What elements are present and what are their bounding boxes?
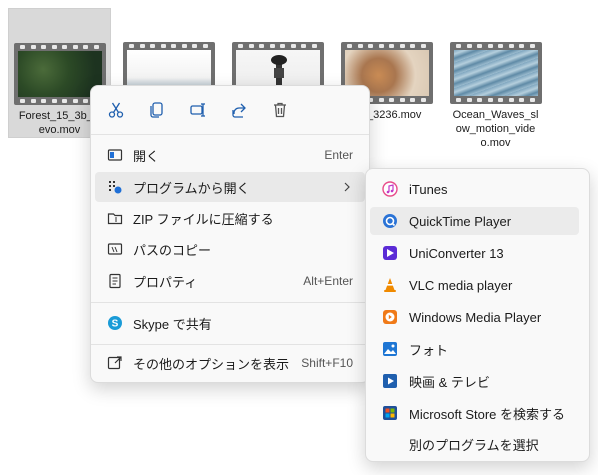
more-options-icon	[107, 355, 123, 371]
file-tile-ocean[interactable]: Ocean_Waves_sl ow_motion_vide o.mov	[444, 8, 547, 149]
copy-icon[interactable]	[140, 93, 173, 127]
menu-separator	[91, 134, 369, 135]
menu-item-label: Skype で共有	[133, 316, 212, 332]
submenu-item-quicktime[interactable]: QuickTime Player	[370, 207, 579, 235]
menu-item-more-options[interactable]: その他のオプションを表示 Shift+F10	[95, 348, 365, 378]
open-with-submenu: iTunes QuickTime Player UniConverter 13	[365, 168, 590, 462]
menu-separator	[91, 302, 369, 303]
open-with-icon	[107, 179, 123, 195]
menu-item-label: 開く	[133, 148, 160, 164]
menu-item-open-with[interactable]: プログラムから開く	[95, 172, 365, 202]
open-icon	[107, 147, 123, 163]
skype-icon: S	[107, 315, 123, 331]
context-menu: 開く Enter プログラムから開く ZIP ファイルに圧縮する パスのコピー …	[90, 85, 370, 383]
itunes-icon	[382, 181, 398, 197]
menu-item-label: プログラムから開く	[133, 180, 250, 196]
submenu-item-movies-tv[interactable]: 映画 & テレビ	[370, 367, 579, 395]
context-menu-toolbar	[99, 93, 361, 127]
menu-item-label: パスのコピー	[133, 242, 212, 258]
submenu-item-label: Microsoft Store を検索する	[409, 406, 566, 422]
submenu-item-wmp[interactable]: Windows Media Player	[370, 303, 579, 331]
submenu-item-label: UniConverter 13	[409, 245, 504, 261]
submenu-item-itunes[interactable]: iTunes	[370, 175, 579, 203]
menu-item-zip[interactable]: ZIP ファイルに圧縮する	[95, 203, 365, 233]
photos-icon	[382, 341, 398, 357]
menu-item-open[interactable]: 開く Enter	[95, 140, 365, 170]
zip-icon	[107, 210, 123, 226]
menu-item-copy-path[interactable]: パスのコピー	[95, 234, 365, 264]
quicktime-icon	[382, 213, 398, 229]
submenu-item-uniconverter[interactable]: UniConverter 13	[370, 239, 579, 267]
menu-item-shortcut: Enter	[324, 148, 353, 162]
menu-item-properties[interactable]: プロパティ Alt+Enter	[95, 266, 365, 296]
submenu-item-label: Windows Media Player	[409, 309, 542, 325]
submenu-item-label: iTunes	[409, 181, 448, 197]
cut-icon[interactable]	[99, 93, 132, 127]
submenu-item-vlc[interactable]: VLC media player	[370, 271, 579, 299]
rename-icon[interactable]	[181, 93, 214, 127]
delete-icon[interactable]	[263, 93, 296, 127]
properties-icon	[107, 273, 123, 289]
menu-separator	[91, 344, 369, 345]
wmp-icon	[382, 309, 398, 325]
submenu-item-label: 映画 & テレビ	[409, 374, 490, 390]
menu-item-label: ZIP ファイルに圧縮する	[133, 211, 274, 227]
menu-item-shortcut: Shift+F10	[301, 356, 353, 370]
menu-item-shortcut: Alt+Enter	[303, 274, 353, 288]
blank-icon	[382, 436, 398, 452]
share-icon[interactable]	[222, 93, 255, 127]
menu-item-label: その他のオプションを表示	[133, 356, 290, 372]
submenu-item-label: 別のプログラムを選択	[409, 437, 539, 453]
chevron-right-icon	[343, 182, 351, 192]
vlc-icon	[382, 277, 398, 293]
copy-path-icon	[107, 241, 123, 257]
submenu-item-label: フォト	[409, 342, 449, 358]
submenu-item-store-search[interactable]: Microsoft Store を検索する	[370, 399, 579, 427]
menu-item-label: プロパティ	[133, 274, 198, 290]
store-icon	[382, 405, 398, 421]
movies-tv-icon	[382, 373, 398, 389]
submenu-item-choose-another[interactable]: 別のプログラムを選択	[370, 430, 579, 458]
submenu-item-photos[interactable]: フォト	[370, 335, 579, 363]
submenu-item-label: VLC media player	[409, 277, 513, 293]
svg-text:S: S	[112, 319, 119, 330]
video-thumbnail	[449, 42, 542, 104]
submenu-item-label: QuickTime Player	[409, 213, 512, 229]
menu-item-skype-share[interactable]: S Skype で共有	[95, 308, 365, 338]
uniconverter-icon	[382, 245, 398, 261]
file-name: Ocean_Waves_sl ow_motion_vide o.mov	[452, 109, 539, 149]
